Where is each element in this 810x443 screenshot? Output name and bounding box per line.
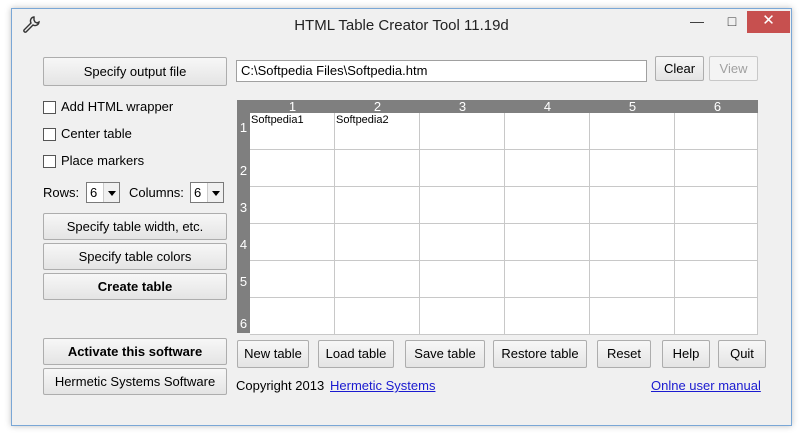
rows-label: Rows: <box>43 185 80 200</box>
table-cell[interactable] <box>335 150 420 187</box>
hermetic-systems-link[interactable]: Hermetic Systems <box>330 378 435 393</box>
table-cell[interactable] <box>420 187 505 224</box>
save-table-button[interactable]: Save table <box>405 340 485 368</box>
specify-table-width-button[interactable]: Specify table width, etc. <box>43 213 227 240</box>
checkbox-box[interactable] <box>43 128 56 141</box>
online-manual-link[interactable]: Onlne user manual <box>651 378 761 393</box>
table-cell[interactable] <box>335 261 420 298</box>
table-cell[interactable] <box>675 298 758 335</box>
table-cell[interactable] <box>250 298 335 335</box>
table-cell[interactable] <box>420 113 505 150</box>
add-html-wrapper-label: Add HTML wrapper <box>61 99 174 114</box>
row-header: 4 <box>239 237 248 252</box>
columns-select[interactable]: 6 <box>190 182 224 203</box>
place-markers-label: Place markers <box>61 153 145 168</box>
table-cell[interactable] <box>420 150 505 187</box>
table-cell[interactable] <box>420 298 505 335</box>
activate-software-button[interactable]: Activate this software <box>43 338 227 365</box>
rows-value: 6 <box>90 185 98 200</box>
column-header: 6 <box>713 99 722 114</box>
row-header: 5 <box>239 274 248 289</box>
specify-table-colors-button[interactable]: Specify table colors <box>43 243 227 270</box>
table-cell[interactable] <box>590 113 675 150</box>
row-header: 3 <box>239 200 248 215</box>
table-cell[interactable] <box>675 224 758 261</box>
table-cell[interactable] <box>335 187 420 224</box>
table-cell[interactable] <box>590 187 675 224</box>
table-cell[interactable] <box>590 150 675 187</box>
table-cell[interactable] <box>250 187 335 224</box>
row-header: 6 <box>239 316 248 331</box>
column-header: 4 <box>543 99 552 114</box>
table-cell[interactable] <box>675 150 758 187</box>
app-window: HTML Table Creator Tool 11.19d — □ ✕ Spe… <box>11 8 792 426</box>
output-path-field[interactable]: C:\Softpedia Files\Softpedia.htm <box>236 60 647 82</box>
maximize-button[interactable]: □ <box>715 11 749 33</box>
table-cell[interactable] <box>335 298 420 335</box>
table-cell[interactable] <box>420 224 505 261</box>
table-cell[interactable]: Softpedia1 <box>250 113 335 150</box>
view-button[interactable]: View <box>709 56 758 81</box>
column-header: 1 <box>288 99 297 114</box>
table-cell[interactable] <box>335 224 420 261</box>
columns-label: Columns: <box>129 185 184 200</box>
table-cell[interactable] <box>250 224 335 261</box>
checkbox-box[interactable] <box>43 155 56 168</box>
table-cell[interactable]: Softpedia2 <box>335 113 420 150</box>
help-button[interactable]: Help <box>662 340 710 368</box>
table-cell[interactable] <box>505 261 590 298</box>
quit-button[interactable]: Quit <box>718 340 766 368</box>
column-header: 5 <box>628 99 637 114</box>
title-bar: HTML Table Creator Tool 11.19d — □ ✕ <box>12 9 791 42</box>
table-grid: 1 2 3 4 5 6 1 Softpedia1 Softpedia2 2 3 4 5 6 <box>237 99 758 335</box>
new-table-button[interactable]: New table <box>237 340 309 368</box>
table-cell[interactable] <box>675 113 758 150</box>
table-cell[interactable] <box>505 187 590 224</box>
table-cell[interactable] <box>505 298 590 335</box>
clear-button[interactable]: Clear <box>655 56 704 81</box>
center-table-label: Center table <box>61 126 132 141</box>
hermetic-systems-software-button[interactable]: Hermetic Systems Software <box>43 368 227 395</box>
create-table-button[interactable]: Create table <box>43 273 227 300</box>
checkbox-box[interactable] <box>43 101 56 114</box>
chevron-down-icon[interactable] <box>103 183 119 202</box>
table-cell[interactable] <box>675 261 758 298</box>
column-header: 3 <box>458 99 467 114</box>
restore-table-button[interactable]: Restore table <box>493 340 587 368</box>
close-button[interactable]: ✕ <box>747 11 790 33</box>
table-cell[interactable] <box>505 113 590 150</box>
table-cell[interactable] <box>420 261 505 298</box>
rows-select[interactable]: 6 <box>86 182 120 203</box>
specify-output-file-button[interactable]: Specify output file <box>43 57 227 86</box>
table-cell[interactable] <box>505 150 590 187</box>
table-cell[interactable] <box>505 224 590 261</box>
row-header: 1 <box>239 120 248 135</box>
load-table-button[interactable]: Load table <box>318 340 394 368</box>
table-cell[interactable] <box>250 261 335 298</box>
window-title: HTML Table Creator Tool 11.19d <box>294 17 509 34</box>
minimize-button[interactable]: — <box>680 11 714 33</box>
table-cell[interactable] <box>675 187 758 224</box>
table-cell[interactable] <box>590 261 675 298</box>
table-cell[interactable] <box>590 298 675 335</box>
copyright-text: Copyright 2013 <box>236 378 325 393</box>
table-cell[interactable] <box>590 224 675 261</box>
columns-value: 6 <box>194 185 202 200</box>
table-cell[interactable] <box>250 150 335 187</box>
row-header: 2 <box>239 163 248 178</box>
column-header: 2 <box>373 99 382 114</box>
reset-button[interactable]: Reset <box>597 340 651 368</box>
chevron-down-icon[interactable] <box>207 183 223 202</box>
